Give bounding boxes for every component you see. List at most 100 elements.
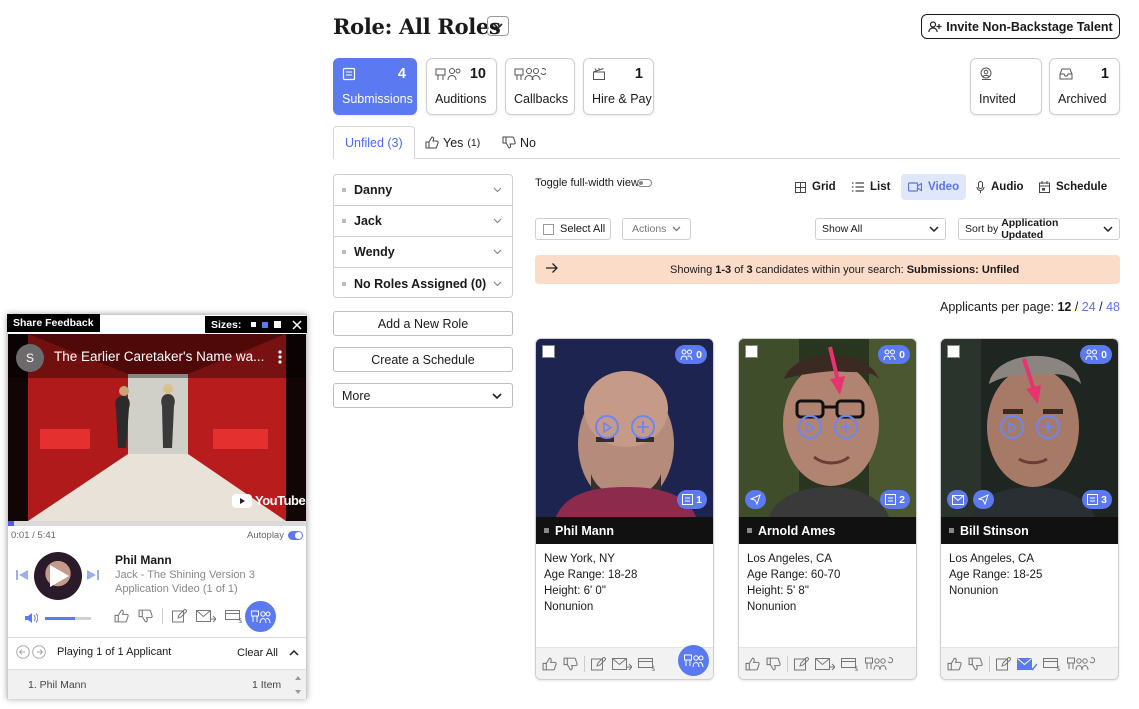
video-progress-track[interactable] bbox=[8, 521, 306, 526]
youtube-logo[interactable]: YouTube bbox=[232, 493, 306, 508]
next-track-icon[interactable] bbox=[87, 569, 99, 581]
close-player-button[interactable] bbox=[286, 316, 307, 333]
per-page-48[interactable]: 48 bbox=[1106, 300, 1120, 314]
play-button[interactable] bbox=[595, 415, 619, 439]
candidate-card[interactable]: 0 1 Phil Mann New York, NY Age Range: 18… bbox=[535, 338, 714, 680]
view-audio-button[interactable]: Audio bbox=[969, 174, 1031, 200]
callback-icon[interactable] bbox=[865, 656, 893, 671]
share-feedback-button[interactable]: Share Feedback bbox=[7, 314, 100, 332]
video-embed[interactable]: S The Earlier Caretaker's Name wa... You… bbox=[8, 334, 306, 521]
submissions-badge[interactable]: 3 bbox=[1082, 490, 1112, 509]
role-item-jack[interactable]: Jack bbox=[334, 206, 512, 237]
now-playing-avatar[interactable] bbox=[34, 552, 82, 600]
checkbox[interactable] bbox=[543, 223, 554, 235]
add-button[interactable] bbox=[1036, 415, 1060, 439]
more-dropdown[interactable]: More bbox=[333, 383, 513, 408]
size-medium-option[interactable] bbox=[262, 321, 269, 328]
callback-badge[interactable]: 0 bbox=[1080, 345, 1112, 364]
sent-badge[interactable] bbox=[745, 490, 766, 509]
thumbs-up-icon[interactable] bbox=[114, 609, 129, 623]
invite-talent-button[interactable]: Invite Non-Backstage Talent bbox=[921, 14, 1120, 39]
email-badge[interactable] bbox=[947, 490, 968, 509]
schedule-audition-button[interactable] bbox=[245, 601, 276, 632]
send-email-icon[interactable] bbox=[196, 609, 216, 623]
size-small-option[interactable] bbox=[251, 322, 257, 327]
edit-note-icon[interactable] bbox=[172, 609, 187, 623]
thumbs-down-icon[interactable] bbox=[138, 609, 153, 623]
callback-badge[interactable]: 0 bbox=[675, 345, 707, 364]
thumbs-up-icon[interactable] bbox=[947, 657, 962, 671]
add-button[interactable] bbox=[834, 415, 858, 439]
callback-icon[interactable] bbox=[1067, 656, 1095, 671]
arrow-right-circle-icon[interactable] bbox=[32, 645, 46, 659]
play-button[interactable] bbox=[1000, 415, 1024, 439]
view-list-button[interactable]: List bbox=[845, 174, 897, 200]
stage-auditions[interactable]: 10 Auditions bbox=[426, 58, 497, 115]
volume-icon[interactable] bbox=[24, 612, 38, 624]
send-email-icon[interactable] bbox=[815, 657, 835, 671]
full-width-toggle[interactable] bbox=[637, 179, 652, 187]
submissions-badge[interactable]: 2 bbox=[880, 490, 910, 509]
tab-no[interactable]: No bbox=[502, 126, 536, 159]
edit-note-icon[interactable] bbox=[996, 656, 1011, 671]
schedule-audition-button[interactable] bbox=[678, 645, 709, 676]
edit-note-icon[interactable] bbox=[794, 656, 809, 671]
select-checkbox[interactable] bbox=[542, 345, 555, 358]
sent-badge[interactable] bbox=[973, 490, 994, 509]
autoplay-toggle[interactable] bbox=[288, 531, 303, 540]
headshot-photo[interactable]: 0 3 bbox=[941, 339, 1118, 517]
payment-icon[interactable]: $ bbox=[638, 657, 656, 671]
view-schedule-button[interactable]: Schedule bbox=[1032, 174, 1114, 200]
send-email-icon[interactable] bbox=[612, 657, 632, 671]
video-title[interactable]: The Earlier Caretaker's Name wa... bbox=[54, 349, 264, 364]
stage-archived[interactable]: 1 Archived bbox=[1049, 58, 1120, 115]
create-schedule-button[interactable]: Create a Schedule bbox=[333, 347, 513, 372]
payment-icon[interactable]: $ bbox=[225, 609, 243, 623]
more-vertical-icon[interactable] bbox=[278, 350, 282, 364]
volume-slider[interactable] bbox=[45, 617, 91, 620]
chevron-up-icon[interactable] bbox=[289, 650, 299, 656]
candidate-name-bar[interactable]: Bill Stinson bbox=[941, 517, 1118, 544]
headshot-photo[interactable]: 0 2 bbox=[739, 339, 916, 517]
add-button[interactable] bbox=[631, 415, 655, 439]
queue-item[interactable]: 1. Phil Mann bbox=[28, 679, 86, 691]
payment-icon[interactable]: $ bbox=[841, 657, 859, 671]
thumbs-up-icon[interactable] bbox=[745, 657, 760, 671]
candidate-card[interactable]: 0 2 Arnold Ames Los Angeles, CA Age Rang… bbox=[738, 338, 917, 680]
headshot-photo[interactable]: 0 1 bbox=[536, 339, 713, 517]
candidate-name-bar[interactable]: Phil Mann bbox=[536, 517, 713, 544]
candidate-name-bar[interactable]: Arnold Ames bbox=[739, 517, 916, 544]
view-grid-button[interactable]: Grid bbox=[788, 174, 843, 200]
edit-note-icon[interactable] bbox=[591, 656, 606, 671]
select-all-checkbox[interactable]: Select All bbox=[535, 218, 611, 240]
select-checkbox[interactable] bbox=[947, 345, 960, 358]
stage-invited[interactable]: Invited bbox=[970, 58, 1042, 115]
channel-avatar[interactable]: S bbox=[16, 344, 44, 372]
actions-dropdown[interactable]: Actions bbox=[622, 218, 691, 240]
view-video-button[interactable]: Video bbox=[901, 174, 967, 200]
show-all-dropdown[interactable]: Show All bbox=[815, 218, 946, 240]
stage-callbacks[interactable]: Callbacks bbox=[505, 58, 575, 115]
stage-submissions[interactable]: 4 Submissions bbox=[333, 58, 417, 115]
role-item-danny[interactable]: Danny bbox=[334, 175, 512, 206]
callback-badge[interactable]: 0 bbox=[878, 345, 910, 364]
role-item-unassigned[interactable]: No Roles Assigned (0) bbox=[334, 268, 512, 299]
candidate-card[interactable]: 0 3 Bill Stinson Los Angeles, CA Age Ran… bbox=[940, 338, 1119, 680]
per-page-24[interactable]: 24 bbox=[1082, 300, 1096, 314]
thumbs-down-icon[interactable] bbox=[563, 657, 578, 671]
submissions-badge[interactable]: 1 bbox=[677, 490, 707, 509]
role-dropdown-button[interactable] bbox=[487, 16, 509, 36]
add-role-button[interactable]: Add a New Role bbox=[333, 311, 513, 336]
queue-scroll-arrows[interactable] bbox=[294, 674, 302, 696]
payment-icon[interactable]: $ bbox=[1043, 657, 1061, 671]
size-large-option[interactable] bbox=[274, 321, 282, 328]
sort-dropdown[interactable]: Sort by Application Updated bbox=[958, 217, 1120, 241]
select-checkbox[interactable] bbox=[745, 345, 758, 358]
thumbs-down-icon[interactable] bbox=[766, 657, 781, 671]
clear-all-button[interactable]: Clear All bbox=[237, 647, 278, 659]
thumbs-down-icon[interactable] bbox=[968, 657, 983, 671]
play-button[interactable] bbox=[798, 415, 822, 439]
role-item-wendy[interactable]: Wendy bbox=[334, 237, 512, 268]
previous-track-icon[interactable] bbox=[16, 569, 28, 581]
arrow-left-circle-icon[interactable] bbox=[16, 645, 30, 659]
